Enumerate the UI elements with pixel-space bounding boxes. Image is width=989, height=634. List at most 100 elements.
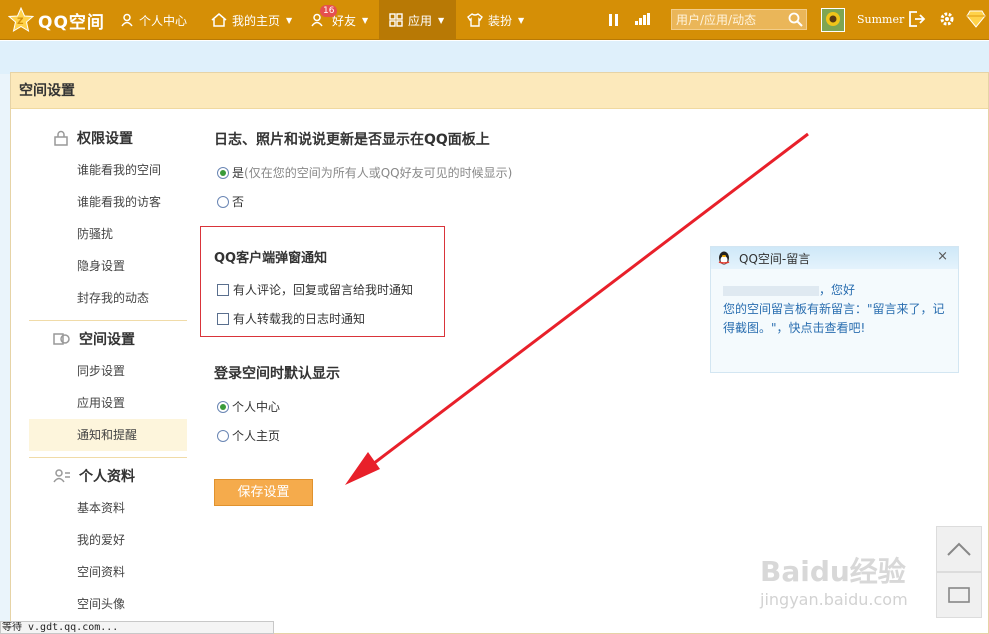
close-icon[interactable]: ×: [937, 249, 948, 264]
friends-count-badge: 16: [320, 5, 338, 17]
search-icon[interactable]: [788, 12, 803, 27]
chevron-down-icon: ▼: [362, 15, 369, 25]
radio-button[interactable]: [217, 166, 229, 179]
sidebar-group-label: 个人资料: [79, 469, 135, 485]
home-icon: [211, 13, 227, 27]
sidebar-group-title: 个人资料: [29, 460, 187, 492]
sunflower-avatar-icon: [822, 9, 844, 31]
radio-option-no[interactable]: 否: [217, 193, 244, 210]
settings-sidebar: 权限设置 谁能看我的空间 谁能看我的访客 防骚扰 隐身设置 封存我的动态 空间设…: [29, 110, 187, 620]
top-band: [0, 41, 989, 74]
sidebar-group-title: 空间设置: [29, 323, 187, 355]
browser-status-bar: 等待 v.gdt.qq.com...: [0, 621, 274, 634]
section-title-default-view: 登录空间时默认显示: [214, 366, 340, 382]
radio-button[interactable]: [217, 400, 229, 413]
popup-body[interactable]: ，您好 您的空间留言板有新留言："留言来了，记 得截图。"，快点击查看吧!: [711, 269, 958, 338]
lock-icon: [54, 130, 68, 146]
radio-option-personal-center[interactable]: 个人中心: [217, 398, 280, 415]
sidebar-item-space-info[interactable]: 空间资料: [29, 556, 187, 588]
back-to-top-button[interactable]: [936, 526, 982, 572]
option-hint: (仅在您的空间为所有人或QQ好友可见的时候显示): [244, 166, 513, 180]
option-label: 是: [232, 166, 245, 180]
top-navigation-bar: Z QQ空间 个人中心 我的主页 ▼ 16 好友 ▼ 应用 ▼ 装扮 ▼ Sum…: [0, 0, 989, 40]
sidebar-group-permissions: 权限设置 谁能看我的空间 谁能看我的访客 防骚扰 隐身设置 封存我的动态: [29, 122, 187, 321]
avatar[interactable]: [821, 8, 845, 32]
username[interactable]: Summer: [857, 13, 904, 26]
search-box: [671, 9, 807, 30]
diamond-icon[interactable]: [966, 10, 986, 28]
logout-icon[interactable]: [908, 10, 926, 28]
qq-message-popup[interactable]: QQ空间-留言 × ，您好 您的空间留言板有新留言："留言来了，记 得截图。"，…: [710, 246, 959, 373]
profile-icon: [53, 469, 70, 483]
checkbox[interactable]: [217, 312, 229, 325]
nav-friends[interactable]: 16 好友 ▼: [311, 0, 368, 40]
sidebar-item-space-avatar[interactable]: 空间头像: [29, 588, 187, 620]
popup-message-line1: 您的空间留言板有新留言："留言来了，记: [723, 302, 945, 316]
radio-option-homepage[interactable]: 个人主页: [217, 427, 280, 444]
sidebar-item-archive-feeds[interactable]: 封存我的动态: [29, 282, 187, 314]
panel-title: 空间设置: [11, 73, 988, 109]
logo-text: QQ空间: [38, 12, 105, 33]
sidebar-item-sync[interactable]: 同步设置: [29, 355, 187, 387]
star-logo-icon: Z: [8, 7, 34, 33]
search-input[interactable]: [672, 10, 782, 29]
section-title-feed-display: 日志、照片和说说更新是否显示在QQ面板上: [214, 132, 490, 148]
option-label: 个人中心: [232, 400, 281, 414]
save-settings-button[interactable]: 保存设置: [214, 479, 313, 506]
pause-icon[interactable]: [608, 13, 620, 27]
checkbox-notify-comments[interactable]: 有人评论，回复或留言给我时通知: [217, 281, 413, 298]
option-label: 否: [232, 195, 245, 209]
nav-label: 应用: [408, 13, 433, 28]
person-icon: [121, 13, 133, 27]
popup-title: QQ空间-留言: [739, 251, 811, 266]
sidebar-item-who-can-view[interactable]: 谁能看我的空间: [29, 154, 187, 186]
feedback-icon: [948, 587, 970, 603]
gear-icon[interactable]: [938, 10, 956, 28]
sidebar-item-who-can-view-visitors[interactable]: 谁能看我的访客: [29, 186, 187, 218]
signal-bars-icon[interactable]: [634, 12, 652, 26]
chevron-up-icon: [947, 542, 971, 556]
nav-label: 装扮: [488, 13, 513, 28]
checkbox[interactable]: [217, 283, 229, 296]
nav-decorate[interactable]: 装扮 ▼: [467, 0, 524, 40]
sidebar-item-app-settings[interactable]: 应用设置: [29, 387, 187, 419]
qzone-logo[interactable]: Z QQ空间: [8, 6, 105, 34]
radio-option-yes[interactable]: 是 (仅在您的空间为所有人或QQ好友可见的时候显示): [217, 164, 512, 181]
sidebar-group-label: 权限设置: [77, 131, 133, 147]
sidebar-item-hobbies[interactable]: 我的爱好: [29, 524, 187, 556]
section-title-popup-notify: QQ客户端弹窗通知: [214, 251, 328, 266]
checkbox-notify-reposts[interactable]: 有人转载我的日志时通知: [217, 310, 365, 327]
nav-apps[interactable]: 应用 ▼: [379, 0, 456, 40]
option-label: 个人主页: [232, 429, 281, 443]
sidebar-group-space-settings: 空间设置 同步设置 应用设置 通知和提醒: [29, 323, 187, 458]
option-label: 有人评论，回复或留言给我时通知: [233, 283, 414, 297]
nav-personal-center[interactable]: 个人中心: [120, 0, 187, 40]
qq-penguin-icon: [718, 251, 730, 265]
sidebar-item-notifications[interactable]: 通知和提醒: [29, 419, 187, 451]
radio-button[interactable]: [217, 195, 229, 208]
chevron-down-icon: ▼: [286, 15, 293, 25]
nav-label: 个人中心: [139, 13, 188, 28]
nav-label: 我的主页: [232, 13, 281, 28]
sidebar-item-basic-info[interactable]: 基本资料: [29, 492, 187, 524]
grid-icon: [389, 13, 403, 27]
feedback-button[interactable]: [936, 572, 982, 618]
svg-text:Z: Z: [17, 17, 24, 27]
sidebar-item-invisible[interactable]: 隐身设置: [29, 250, 187, 282]
sidebar-group-profile: 个人资料 基本资料 我的爱好 空间资料 空间头像: [29, 460, 187, 620]
popup-greeting: ，您好: [819, 283, 856, 297]
tshirt-icon: [467, 13, 483, 27]
nav-my-homepage[interactable]: 我的主页 ▼: [211, 0, 292, 40]
watermark-url: jingyan.baidu.com: [760, 590, 908, 609]
blurred-nickname: [723, 285, 819, 296]
sidebar-item-anti-harassment[interactable]: 防骚扰: [29, 218, 187, 250]
sidebar-divider: [29, 457, 187, 458]
popup-header: QQ空间-留言 ×: [711, 247, 958, 269]
space-settings-icon: [53, 333, 70, 345]
watermark-logo: Baidu经验: [760, 555, 906, 588]
chevron-down-icon: ▼: [438, 15, 445, 25]
radio-button[interactable]: [217, 429, 229, 442]
chevron-down-icon: ▼: [518, 15, 525, 25]
sidebar-group-label: 空间设置: [79, 332, 135, 348]
sidebar-divider: [29, 320, 187, 321]
